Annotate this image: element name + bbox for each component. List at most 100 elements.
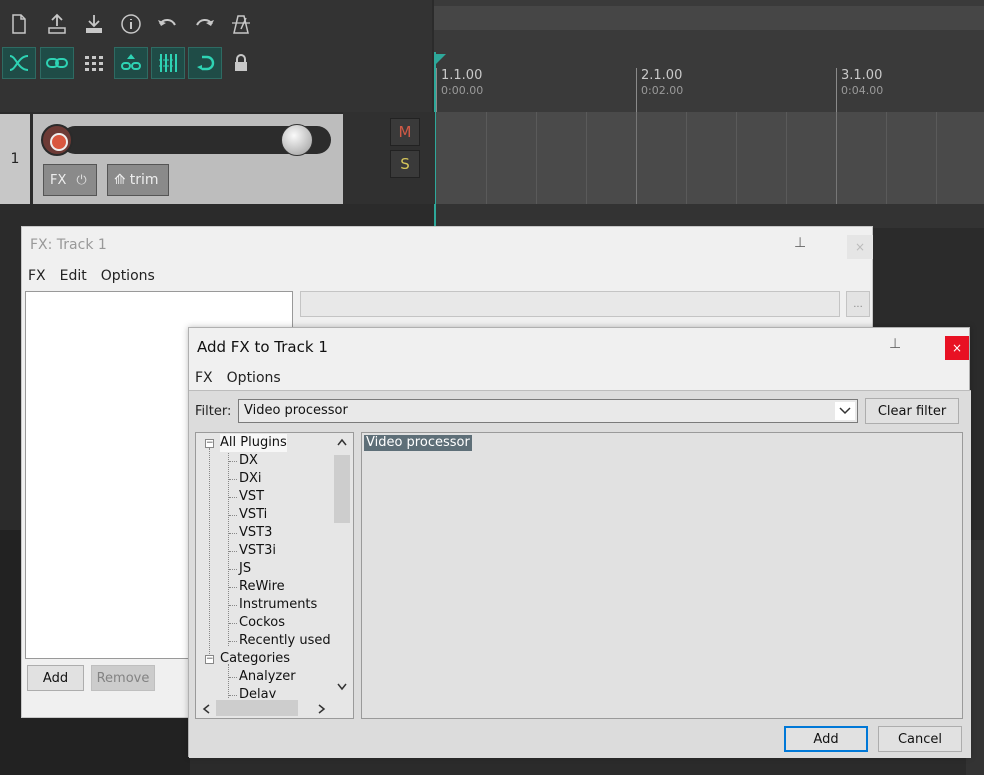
loop-icon[interactable] (188, 47, 222, 79)
tree-connector (228, 448, 229, 646)
snap-grid-icon[interactable] (151, 47, 185, 79)
tree-item-vst[interactable]: VST (239, 488, 264, 506)
tree-connector (229, 587, 237, 588)
link-icon[interactable] (40, 47, 74, 79)
menu-options[interactable]: Options (227, 370, 281, 386)
tree-item-categories[interactable]: Categories (220, 650, 290, 668)
preset-field[interactable] (300, 291, 840, 317)
ripple-icon[interactable] (114, 47, 148, 79)
tree-connector (229, 551, 237, 552)
tree-connector (229, 479, 237, 480)
edit-cursor-handle[interactable] (436, 54, 446, 64)
filter-combobox[interactable]: Video processor (238, 399, 858, 423)
undo-icon[interactable] (150, 8, 184, 40)
filter-value: Video processor (244, 403, 348, 418)
new-file-icon[interactable] (2, 8, 36, 40)
metronome-icon[interactable] (224, 8, 258, 40)
trim-button[interactable]: ⟰ trim (107, 164, 169, 196)
menu-fx[interactable]: FX (28, 268, 46, 284)
tree-item-dx[interactable]: DX (239, 452, 258, 470)
automation-icon: ⟰ (114, 172, 126, 188)
region-lane[interactable] (434, 6, 984, 30)
tree-connector (229, 569, 237, 570)
record-arm-button[interactable] (41, 124, 73, 156)
ruler-time-label: 0:04.00 (841, 84, 884, 97)
tree-connector (229, 515, 237, 516)
tree-vertical-scrollbar[interactable] (332, 433, 352, 698)
chevron-down-icon[interactable] (337, 680, 347, 694)
pin-icon[interactable]: ⊥ (889, 336, 901, 352)
ruler-mark: 3.1.00 0:04.00 (836, 68, 883, 112)
tree-horizontal-scrollbar[interactable] (196, 698, 332, 718)
track-side-panel: M S (343, 112, 435, 204)
solo-button[interactable]: S (390, 150, 420, 178)
tree-item-all-plugins[interactable]: All Plugins (220, 434, 287, 452)
collapse-icon[interactable]: − (205, 655, 214, 664)
tree-horizontal-scroll-thumb[interactable] (216, 700, 298, 716)
power-icon[interactable]: ⏻ (76, 173, 86, 188)
info-icon[interactable] (114, 8, 148, 40)
grid-line (636, 112, 637, 204)
save-icon[interactable] (40, 8, 74, 40)
tree-item-analyzer[interactable]: Analyzer (239, 668, 296, 686)
tree-item-js[interactable]: JS (239, 560, 251, 578)
tree-item-dxi[interactable]: DXi (239, 470, 262, 488)
menu-options[interactable]: Options (101, 268, 155, 284)
fx-add-button[interactable]: Add (27, 665, 84, 691)
tree-item-vst3[interactable]: VST3 (239, 524, 272, 542)
tree-item-vsti[interactable]: VSTi (239, 506, 267, 524)
ruler-mark: 1.1.00 0:00.00 (436, 68, 483, 112)
plugin-category-tree[interactable]: − All Plugins DX DXi VST VSTi VST3 VST3i… (195, 432, 354, 719)
chevron-right-icon[interactable] (318, 703, 326, 717)
grid-icon[interactable] (77, 47, 111, 79)
volume-slider-knob[interactable] (281, 124, 313, 156)
add-fx-menubar: FX Options (195, 370, 281, 386)
crossfade-icon[interactable] (2, 47, 36, 79)
tree-item-recently-used[interactable]: Recently used (239, 632, 331, 650)
track-fx-button[interactable]: FX ⏻ (43, 164, 97, 196)
pin-icon[interactable]: ⊥ (794, 235, 806, 251)
tree-item-vst3i[interactable]: VST3i (239, 542, 276, 560)
timeline-ruler[interactable]: 1.1.00 0:00.00 2.1.00 0:02.00 3.1.00 0:0… (434, 0, 984, 112)
add-fx-dialog: Add FX to Track 1 ⊥ × FX Options Filter:… (188, 327, 971, 758)
trim-label: trim (129, 172, 159, 188)
ruler-bar-label: 2.1.00 (641, 68, 683, 83)
grid-line (786, 112, 787, 204)
grid-line (536, 112, 537, 204)
redo-icon[interactable] (188, 8, 222, 40)
tree-connector (209, 448, 210, 658)
grid-line (736, 112, 737, 204)
lock-icon[interactable] (224, 47, 258, 79)
tree-connector (229, 623, 237, 624)
arrange-empty-area[interactable] (436, 204, 984, 228)
tree-connector (229, 533, 237, 534)
open-icon[interactable] (77, 8, 111, 40)
ruler-mark: 2.1.00 0:02.00 (636, 68, 683, 112)
add-fx-title: Add FX to Track 1 (197, 338, 328, 356)
chevron-down-icon[interactable] (835, 402, 855, 420)
tree-connector (229, 461, 237, 462)
chevron-left-icon[interactable] (202, 703, 210, 717)
tree-item-instruments[interactable]: Instruments (239, 596, 317, 614)
track-number[interactable]: 1 (0, 114, 30, 204)
tree-item-cockos[interactable]: Cockos (239, 614, 285, 632)
plugin-results-list[interactable]: Video processor (361, 432, 963, 719)
grid-line (486, 112, 487, 204)
add-fx-close-button[interactable]: × (945, 336, 969, 360)
menu-fx[interactable]: FX (195, 370, 213, 386)
preset-browse-button[interactable]: ... (846, 291, 870, 317)
mute-button[interactable]: M (390, 118, 420, 146)
list-item[interactable]: Video processor (364, 435, 472, 451)
arrange-view[interactable] (436, 112, 984, 204)
menu-edit[interactable]: Edit (60, 268, 87, 284)
tree-item-rewire[interactable]: ReWire (239, 578, 285, 596)
fx-remove-button[interactable]: Remove (91, 665, 155, 691)
tree-vertical-scroll-thumb[interactable] (334, 455, 350, 523)
collapse-icon[interactable]: − (205, 439, 214, 448)
track-control-panel[interactable]: FX ⏻ ⟰ trim (33, 114, 343, 204)
chevron-up-icon[interactable] (337, 435, 347, 449)
add-fx-cancel-button[interactable]: Cancel (878, 726, 962, 752)
fx-window-close-button[interactable]: × (847, 235, 873, 259)
clear-filter-button[interactable]: Clear filter (865, 398, 959, 424)
add-fx-add-button[interactable]: Add (784, 726, 868, 752)
